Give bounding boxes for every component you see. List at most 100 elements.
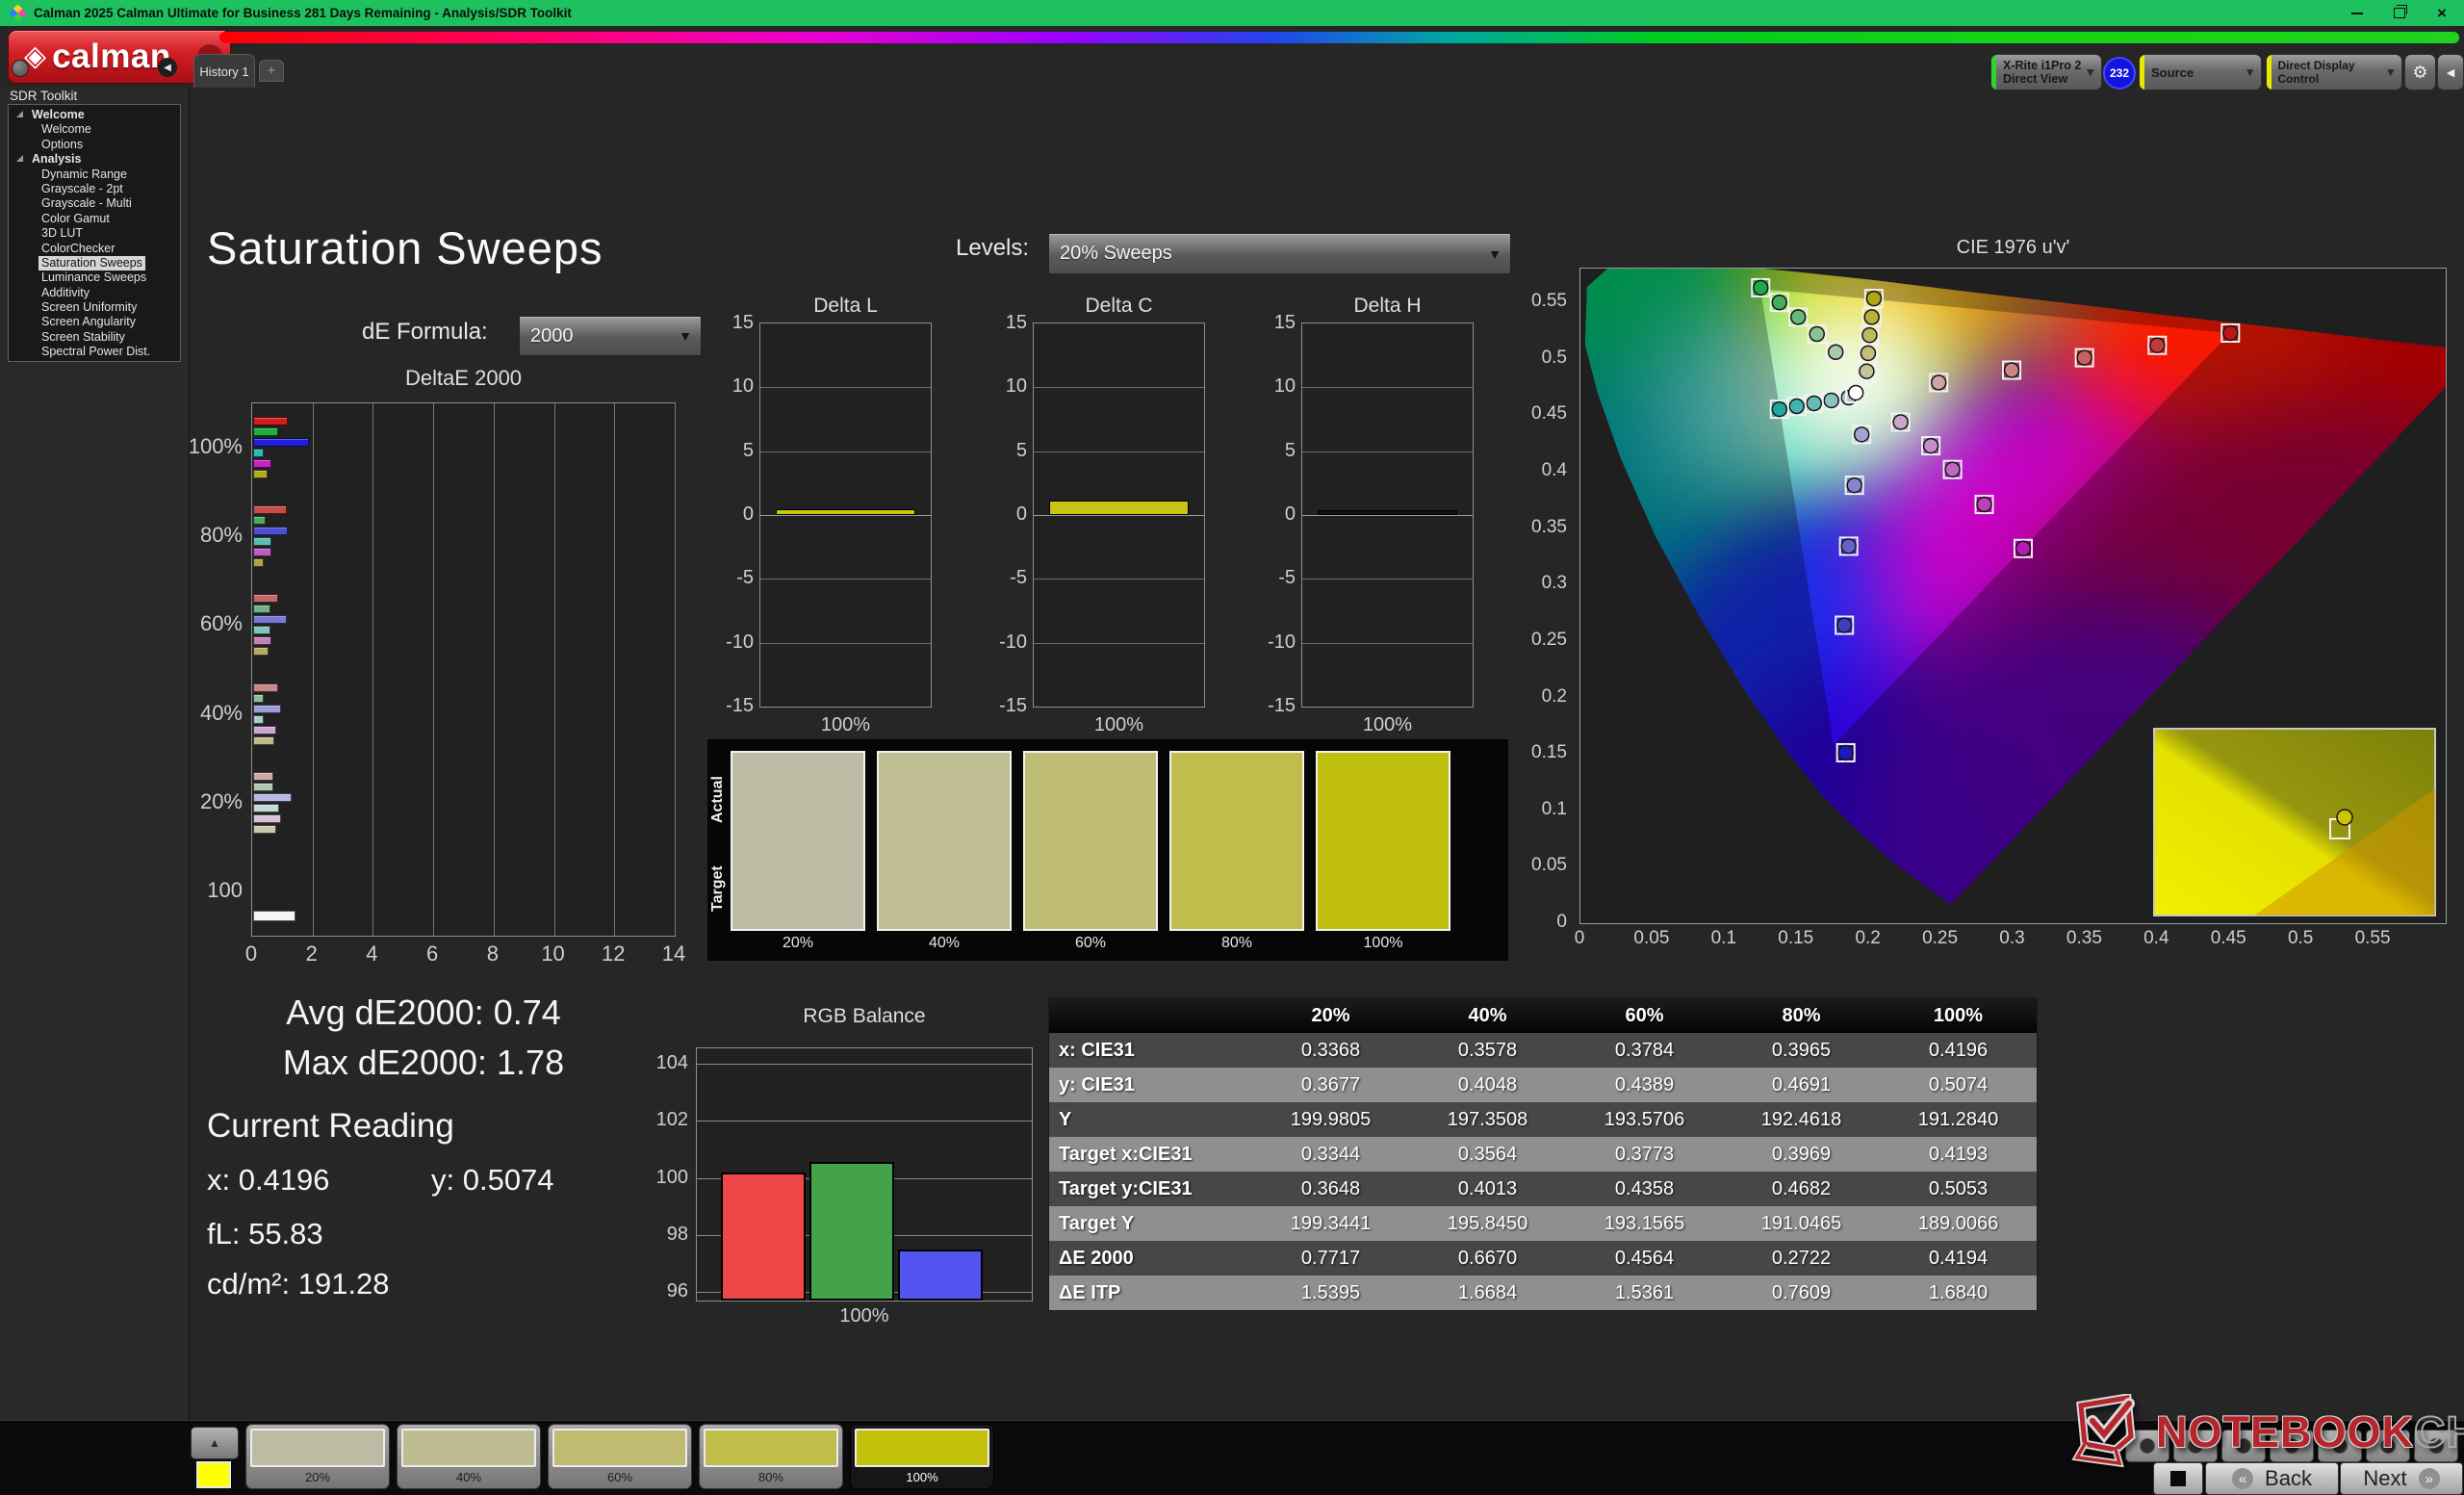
sweep-level-swatch [250,1429,385,1467]
restore-button[interactable] [2391,5,2408,22]
sidebar-options-button[interactable] [12,60,29,77]
de-formula-dropdown[interactable]: 2000 ▼ [519,316,702,356]
sidebar-collapse-button[interactable]: ◀ [158,58,177,77]
table-cell: 0.6670 [1409,1241,1566,1276]
color-swatch-40 [877,751,1012,931]
table-cell: 195.8450 [1409,1206,1566,1241]
settings-gear-button[interactable]: ⚙ [2404,54,2436,90]
table-cell: 0.4048 [1409,1068,1566,1102]
sidebar-item-grayscale-2pt[interactable]: Grayscale - 2pt [9,182,180,196]
table-row-label: y: CIE31 [1049,1068,1252,1102]
axis-tick-label: 20% [135,789,243,814]
bar [253,438,309,447]
axis-tick-label: 10 [1240,375,1296,398]
sidebar-item-spectral-power-dist[interactable]: Spectral Power Dist. [9,345,180,359]
table-cell: 0.3648 [1252,1172,1409,1206]
axis-tick-label: 0.4 [2127,928,2185,949]
sidebar-item-screen-stability[interactable]: Screen Stability [9,330,180,345]
sidebar-item-color-gamut[interactable]: Color Gamut [9,212,180,226]
table-cell: 1.6840 [1880,1276,2037,1310]
sidebar-item-luminance-sweeps[interactable]: Luminance Sweeps [9,271,180,285]
minimize-button[interactable] [2348,5,2366,22]
de-formula-value: 2000 [530,325,574,348]
bar [253,705,281,713]
table-cell: 1.5395 [1252,1276,1409,1310]
bar [253,626,270,634]
add-tab-button[interactable]: + [259,60,284,82]
delta-h-chart-title: Delta H [1301,295,1474,318]
sidebar-item-additivity[interactable]: Additivity [9,286,180,300]
sidebar-item-label: Dynamic Range [38,168,130,182]
measured-point-cyan-sweep [1824,393,1838,407]
sidebar-item-label: Saturation Sweeps [38,256,145,271]
chevron-down-icon: ▾ [2387,64,2394,80]
sidebar-item-welcome[interactable]: Welcome [9,122,180,137]
axis-tick-label: 0.45 [1509,403,1567,425]
sidebar-item-colorchecker[interactable]: ColorChecker [9,242,180,256]
sweep-level-button-60[interactable]: 60% [548,1424,692,1489]
up-arrow-icon: ▲ [209,1436,220,1450]
gridline [494,403,495,936]
bar [253,783,273,791]
display-control-button[interactable]: Direct Display Control ▾ [2266,54,2402,90]
table-cell: 0.4564 [1566,1241,1723,1276]
expand-patterns-button[interactable]: ▲ [191,1427,239,1459]
delta-h-chart [1301,322,1474,708]
measured-point-green-sweep [1829,345,1843,359]
current-cdm2-value: cd/m²: 191.28 [207,1267,390,1302]
sweep-level-swatch [704,1429,838,1467]
sweep-level-button-100[interactable]: 100% [850,1424,994,1489]
rgb-balance-chart [696,1047,1033,1302]
sweep-level-button-40[interactable]: 40% [397,1424,541,1489]
measured-point-green-sweep [1810,327,1824,342]
sweep-level-button-80[interactable]: 80% [699,1424,843,1489]
bar-group-100 [253,403,309,492]
meter-button[interactable]: X-Rite i1Pro 2Direct View ▾ [1990,54,2102,90]
sidebar-item-grayscale-multi[interactable]: Grayscale - Multi [9,196,180,211]
bar-green [809,1162,894,1301]
sidebar-item-welcome[interactable]: Welcome [9,108,180,122]
meter-count-badge[interactable]: 232 [2103,57,2136,90]
sidebar-item-saturation-sweeps[interactable]: Saturation Sweeps [9,256,180,271]
expander-icon [16,155,23,162]
source-button[interactable]: Source ▾ [2139,54,2262,90]
measured-point-yellow-sweep [1860,364,1874,378]
measured-point-red-sweep [2223,325,2238,340]
panel-collapse-button[interactable]: ◀ [2437,54,2464,90]
axis-tick-label: -5 [698,567,754,589]
sweep-level-button-20[interactable]: 20% [245,1424,390,1489]
sidebar-item-screen-uniformity[interactable]: Screen Uniformity [9,300,180,315]
gridline [1034,451,1204,452]
axis-tick-label: 0.55 [1509,291,1567,312]
sidebar-item-dynamic-range[interactable]: Dynamic Range [9,168,180,182]
bar [253,558,264,567]
sidebar-item-options[interactable]: Options [9,138,180,152]
table-cell: 0.3368 [1252,1033,1409,1068]
bar-group-100 [253,847,295,936]
tab-history-1[interactable]: History 1 [193,54,255,88]
axis-tick-label: 12 [594,941,632,967]
notebookcheck-logo-icon [2067,1394,2156,1471]
table-cell: 0.7609 [1723,1276,1880,1310]
axis-tick-label: 4 [352,941,391,967]
collapse-left-icon: ◀ [2447,66,2454,79]
sidebar-item-analysis[interactable]: Analysis [9,152,180,167]
axis-tick-label: 0.05 [1623,928,1681,949]
measured-point-red-sweep [2077,350,2092,365]
sidebar-item-label: Welcome [38,122,94,137]
sidebar-item-screen-angularity[interactable]: Screen Angularity [9,315,180,329]
levels-dropdown[interactable]: 20% Sweeps ▼ [1048,233,1511,274]
close-button[interactable]: × [2433,5,2451,22]
table-column-header: 80% [1723,998,1880,1033]
measured-point-green-sweep [1772,296,1786,310]
measured-point-green-sweep [1791,310,1806,324]
source-status-stripe [2140,55,2144,90]
bar [253,516,266,525]
sidebar-item-3d-lut[interactable]: 3D LUT [9,226,180,241]
table-cell: 0.4193 [1880,1137,2037,1172]
bar [253,459,271,468]
de-summary: Avg dE2000: 0.74 Max dE2000: 1.78 [217,988,630,1088]
axis-tick-label: 10 [971,375,1027,398]
axis-tick-label: 0.1 [1695,928,1753,949]
table-cell: 0.7717 [1252,1241,1409,1276]
